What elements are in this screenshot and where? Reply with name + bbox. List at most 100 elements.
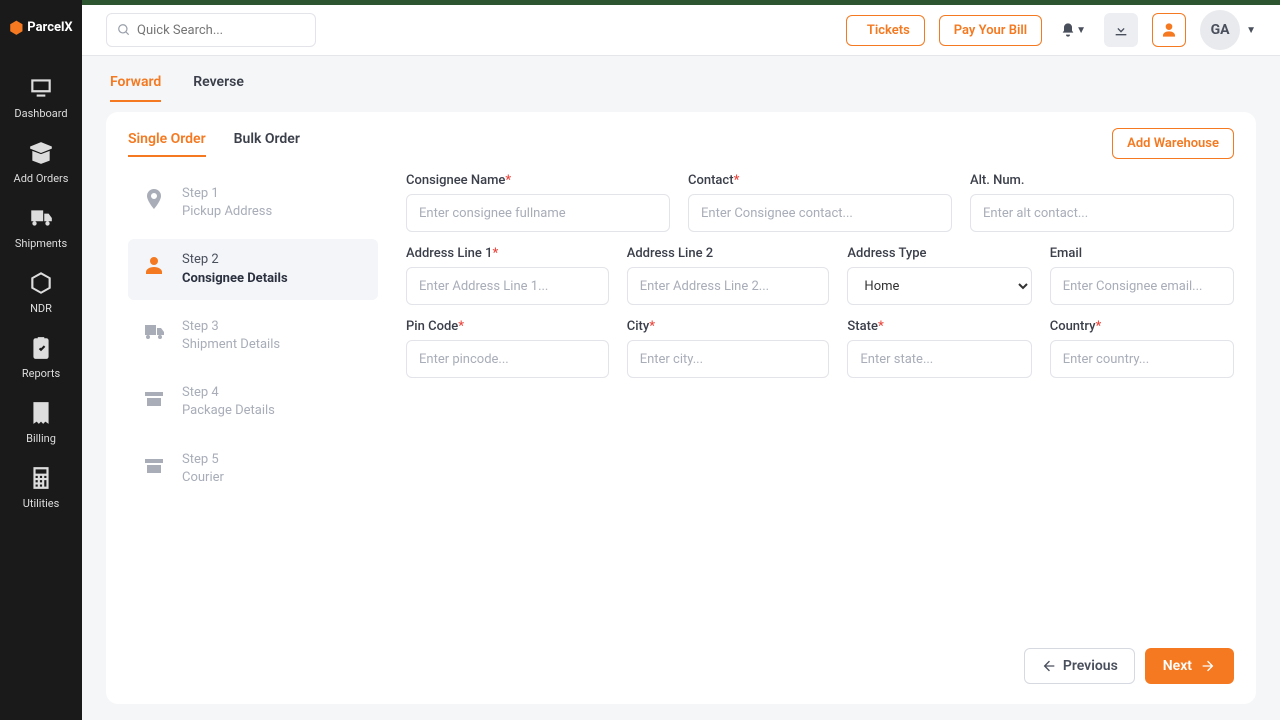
label-pin-code: Pin Code*: [406, 319, 609, 334]
profile-button[interactable]: [1152, 13, 1186, 47]
label-city: City*: [627, 319, 830, 334]
pay-bill-button[interactable]: Pay Your Bill: [939, 15, 1042, 46]
calculator-icon: [28, 465, 54, 491]
user-icon: [1161, 22, 1177, 38]
consignee-name-input[interactable]: [406, 194, 670, 232]
sidebar: ⬢ ParcelX Dashboard Add Orders Shipments…: [0, 0, 82, 720]
label-address-line-1: Address Line 1*: [406, 246, 609, 261]
tickets-button[interactable]: Tickets: [846, 15, 925, 46]
email-input[interactable]: [1050, 267, 1234, 305]
sidebar-item-billing[interactable]: Billing: [0, 390, 82, 455]
step-consignee-details[interactable]: Step 2Consignee Details: [128, 239, 378, 299]
step-label: Step 2: [182, 251, 288, 269]
address-type-select[interactable]: Home: [847, 267, 1031, 305]
download-button[interactable]: [1104, 13, 1138, 47]
contact-input[interactable]: [688, 194, 952, 232]
address-line-1-input[interactable]: [406, 267, 609, 305]
tab-forward[interactable]: Forward: [110, 74, 161, 102]
previous-label: Previous: [1063, 658, 1118, 674]
topbar: Tickets Pay Your Bill ▼ GA ▼: [82, 0, 1280, 56]
sidebar-item-dashboard[interactable]: Dashboard: [0, 65, 82, 130]
step-desc: Shipment Details: [182, 336, 280, 354]
sidebar-item-reports[interactable]: Reports: [0, 325, 82, 390]
label-consignee-name: Consignee Name*: [406, 173, 670, 188]
label-address-line-2: Address Line 2: [627, 246, 830, 261]
sidebar-item-add-orders[interactable]: Add Orders: [0, 130, 82, 195]
avatar: GA: [1200, 10, 1240, 50]
sidebar-item-utilities[interactable]: Utilities: [0, 455, 82, 520]
sidebar-item-label: Billing: [26, 432, 56, 445]
truck-icon: [28, 205, 54, 231]
state-input[interactable]: [847, 340, 1031, 378]
sidebar-item-ndr[interactable]: NDR: [0, 260, 82, 325]
city-input[interactable]: [627, 340, 830, 378]
box-icon: [142, 386, 168, 414]
notifications-button[interactable]: ▼: [1056, 13, 1090, 47]
country-input[interactable]: [1050, 340, 1234, 378]
chevron-down-icon: ▼: [1076, 25, 1086, 36]
arrow-left-icon: [1041, 658, 1057, 674]
previous-button[interactable]: Previous: [1024, 648, 1135, 684]
sidebar-item-label: NDR: [30, 302, 52, 315]
next-label: Next: [1163, 658, 1192, 674]
step-pickup-address[interactable]: Step 1Pickup Address: [128, 173, 378, 233]
tab-reverse[interactable]: Reverse: [193, 74, 244, 102]
inner-tabs: Single Order Bulk Order: [128, 131, 300, 157]
download-icon: [1113, 22, 1129, 38]
step-label: Step 3: [182, 318, 280, 336]
step-label: Step 4: [182, 384, 275, 402]
step-desc: Consignee Details: [182, 270, 288, 288]
step-label: Step 5: [182, 451, 224, 469]
main: Tickets Pay Your Bill ▼ GA ▼ Forward Rev…: [82, 0, 1280, 720]
tickets-label: Tickets: [867, 23, 910, 38]
stepper: Step 1Pickup Address Step 2Consignee Det…: [128, 173, 378, 684]
top-tabs: Forward Reverse: [82, 56, 1280, 102]
invoice-icon: [28, 400, 54, 426]
tab-bulk-order[interactable]: Bulk Order: [234, 131, 300, 157]
address-line-2-input[interactable]: [627, 267, 830, 305]
next-button[interactable]: Next: [1145, 648, 1234, 684]
label-address-type: Address Type: [847, 246, 1031, 261]
card-header: Single Order Bulk Order Add Warehouse: [128, 128, 1234, 159]
step-package-details[interactable]: Step 4Package Details: [128, 372, 378, 432]
step-desc: Package Details: [182, 402, 275, 420]
search-box[interactable]: [106, 13, 316, 47]
step-desc: Pickup Address: [182, 203, 272, 221]
field-state: State*: [847, 319, 1031, 378]
logo: ⬢ ParcelX: [9, 18, 72, 37]
step-shipment-details[interactable]: Step 3Shipment Details: [128, 306, 378, 366]
sidebar-item-shipments[interactable]: Shipments: [0, 195, 82, 260]
field-address-line-1: Address Line 1*: [406, 246, 609, 305]
field-city: City*: [627, 319, 830, 378]
alt-num-input[interactable]: [970, 194, 1234, 232]
map-pin-icon: [142, 187, 168, 215]
monitor-icon: [28, 75, 54, 101]
field-contact: Contact*: [688, 173, 952, 232]
user-menu[interactable]: GA ▼: [1200, 10, 1256, 50]
order-card: Single Order Bulk Order Add Warehouse St…: [106, 112, 1256, 704]
field-address-line-2: Address Line 2: [627, 246, 830, 305]
user-initials: GA: [1211, 22, 1230, 38]
field-country: Country*: [1050, 319, 1234, 378]
form-footer: Previous Next: [406, 624, 1234, 684]
label-state: State*: [847, 319, 1031, 334]
field-alt-num: Alt. Num.: [970, 173, 1234, 232]
add-warehouse-button[interactable]: Add Warehouse: [1112, 128, 1234, 159]
search-icon: [117, 23, 131, 37]
sidebar-item-label: Dashboard: [14, 107, 67, 120]
step-desc: Courier: [182, 469, 224, 487]
box-open-icon: [28, 140, 54, 166]
label-alt-num: Alt. Num.: [970, 173, 1234, 188]
person-icon: [142, 253, 168, 281]
tab-single-order[interactable]: Single Order: [128, 131, 206, 157]
step-label: Step 1: [182, 185, 272, 203]
step-courier[interactable]: Step 5Courier: [128, 439, 378, 499]
field-email: Email: [1050, 246, 1234, 305]
brand-name: ParcelX: [27, 20, 72, 35]
label-country: Country*: [1050, 319, 1234, 334]
sidebar-item-label: Shipments: [15, 237, 67, 250]
pin-code-input[interactable]: [406, 340, 609, 378]
pay-bill-label: Pay Your Bill: [954, 23, 1027, 38]
logo-icon: ⬢: [9, 18, 23, 37]
search-input[interactable]: [137, 23, 305, 38]
